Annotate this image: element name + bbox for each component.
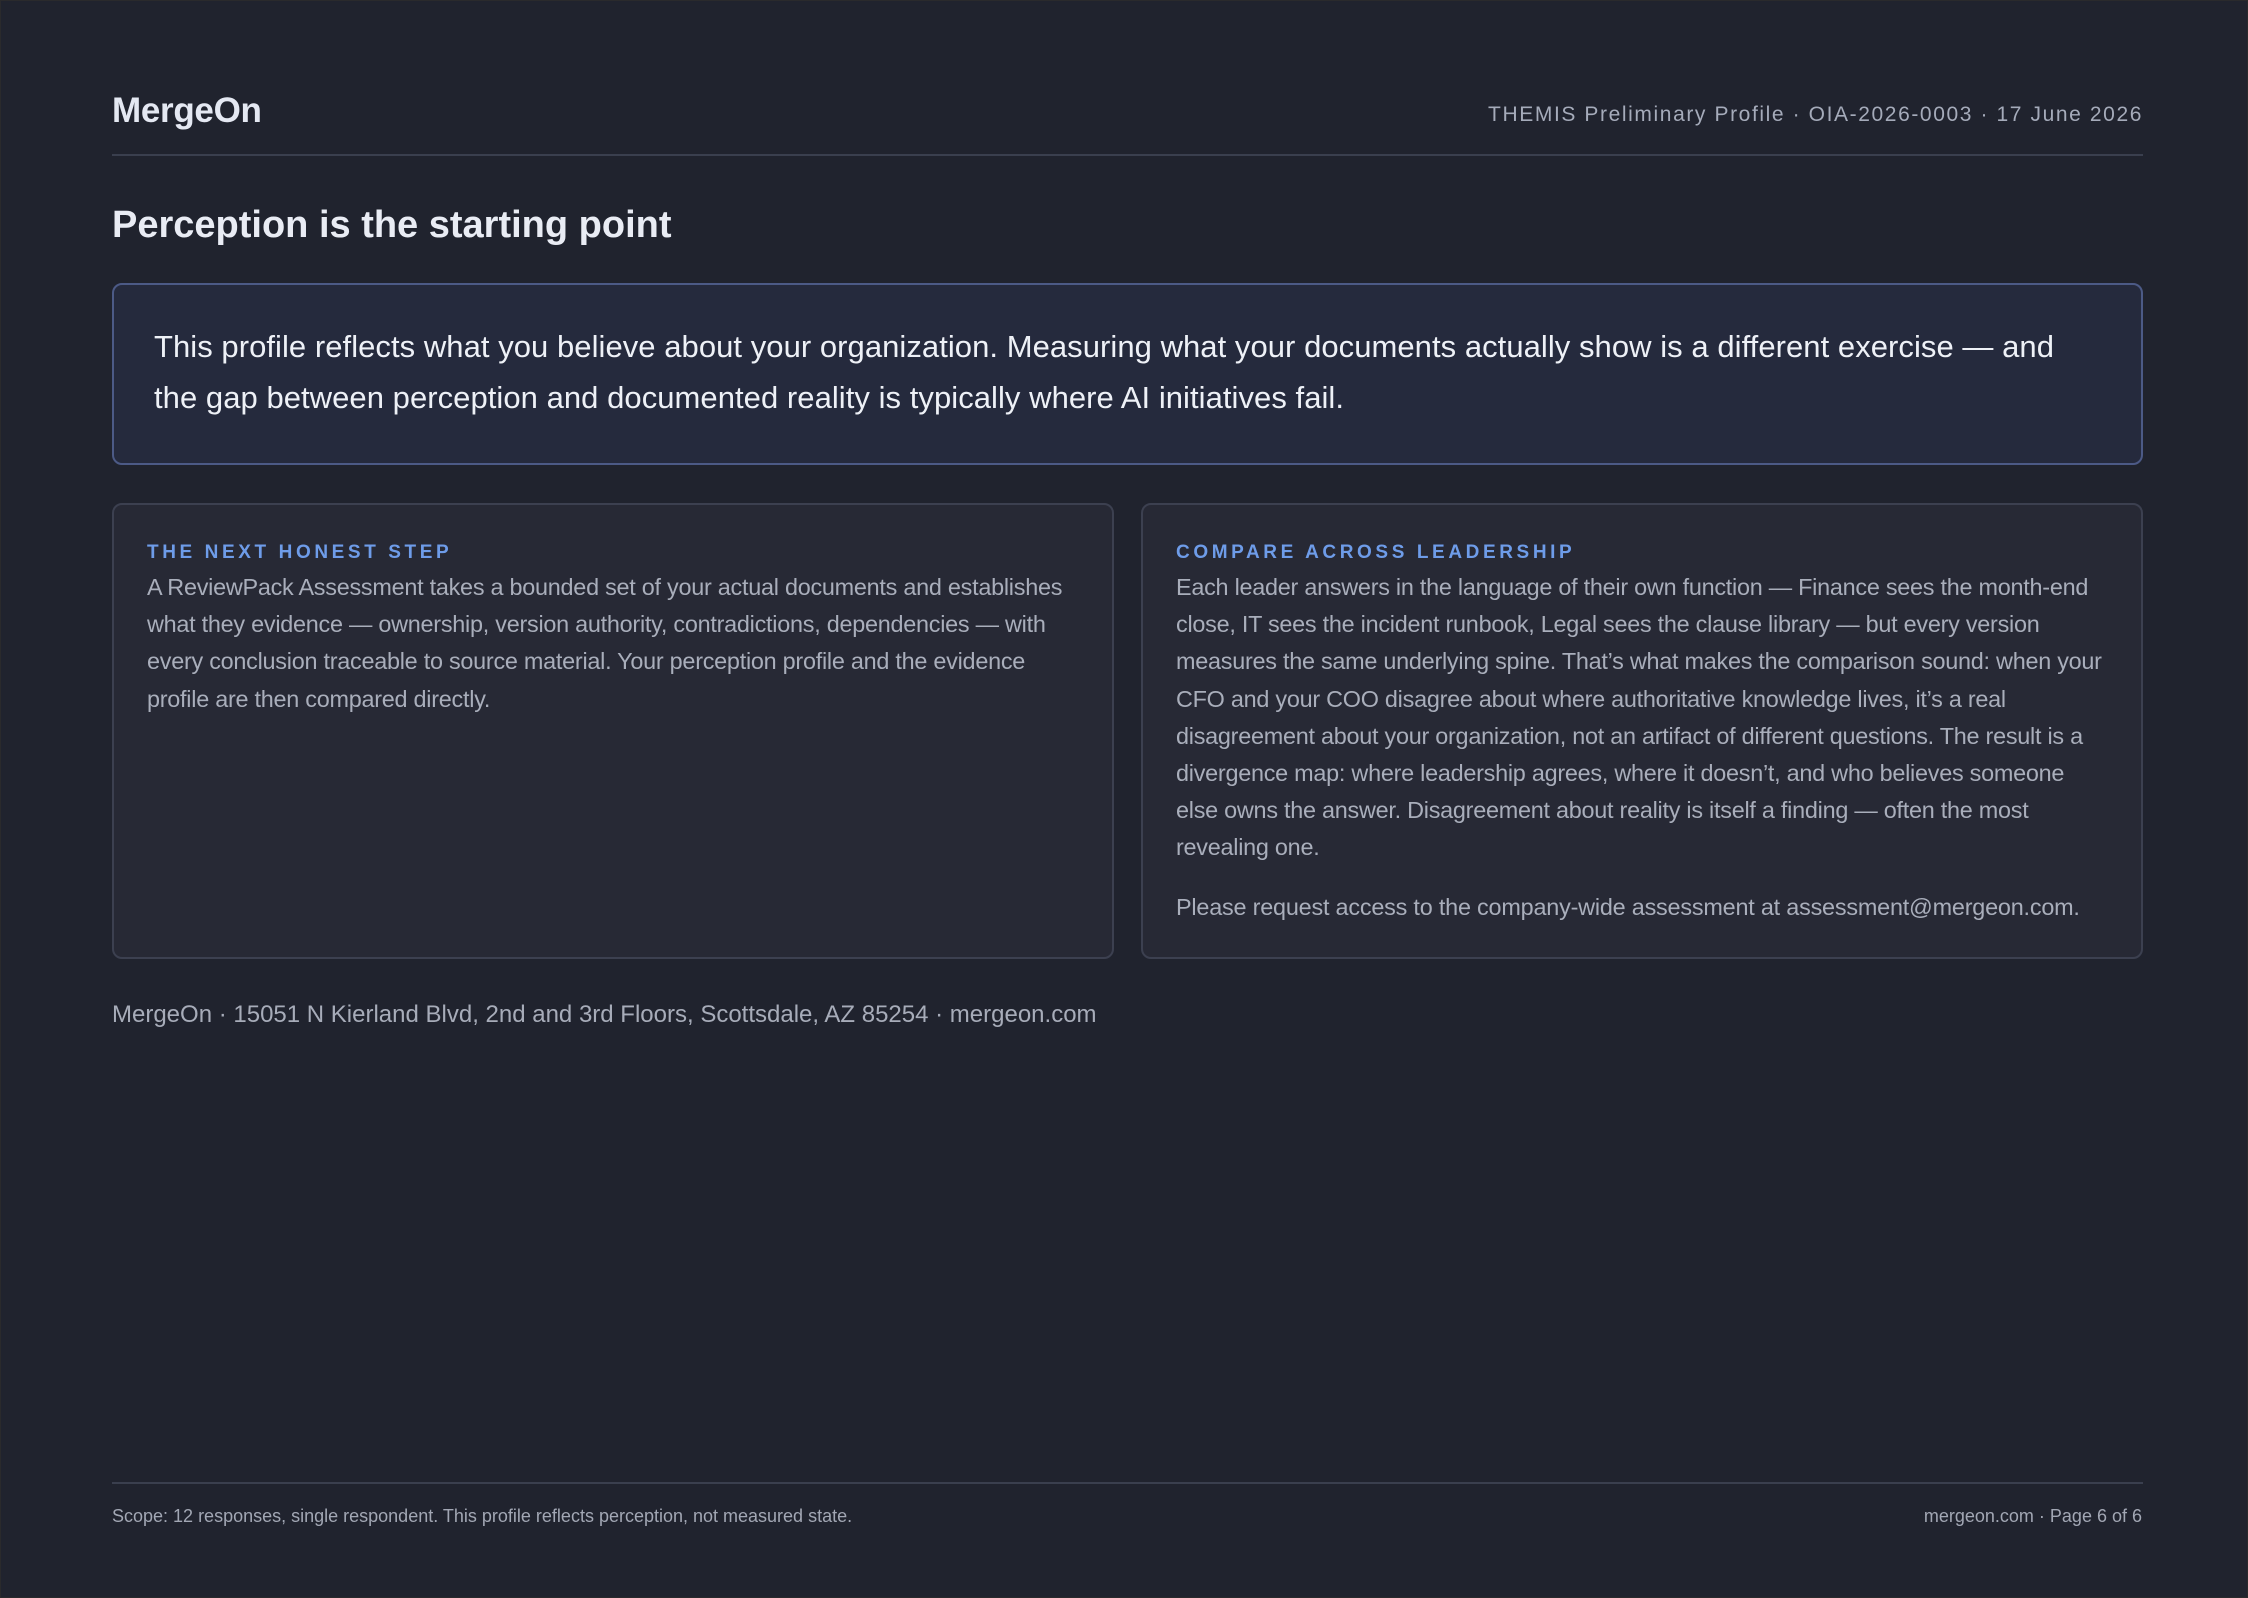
document-page: MergeOn THEMIS Preliminary Profile · OIA… [0,0,2248,1598]
card-title: COMPARE ACROSS LEADERSHIP [1176,542,1576,563]
compare-leadership-card: COMPARE ACROSS LEADERSHIP Each leader an… [1141,503,2143,959]
card-body: Each leader answers in the language of t… [1176,574,2102,861]
page-header: MergeOn THEMIS Preliminary Profile · OIA… [112,85,2143,156]
footer-scope: Scope: 12 responses, single respondent. … [112,1506,853,1526]
page-title: Perception is the starting point [112,204,672,246]
document-meta: THEMIS Preliminary Profile · OIA-2026-00… [1488,103,2143,126]
access-request-note: Please request access to the company-wid… [1176,893,2080,920]
company-address: MergeOn · 15051 N Kierland Blvd, 2nd and… [112,1001,1097,1028]
perception-callout: This profile reflects what you believe a… [112,283,2143,465]
card-body: A ReviewPack Assessment takes a bounded … [147,574,1063,712]
card-title: THE NEXT HONEST STEP [147,542,453,563]
footer-page-number: mergeon.com · Page 6 of 6 [1923,1506,2142,1526]
brand-logo-text: MergeOn [112,91,262,130]
footer-divider [112,1482,2143,1484]
callout-text: This profile reflects what you believe a… [154,329,2054,415]
next-step-card: THE NEXT HONEST STEP A ReviewPack Assess… [112,503,1114,959]
